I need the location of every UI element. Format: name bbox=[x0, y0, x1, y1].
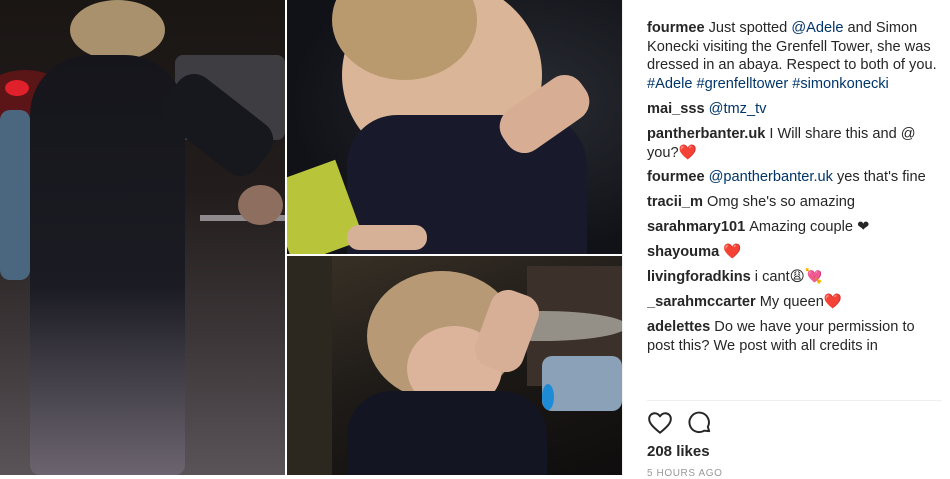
comment-username[interactable]: sarahmary101 bbox=[647, 219, 745, 235]
comment-text: Omg she's so amazing bbox=[706, 194, 855, 211]
likes-count[interactable]: 208 likes bbox=[647, 443, 710, 460]
heart-emoji: ❤️ bbox=[823, 293, 842, 310]
comment-item: sarahmary101 Amazing couple ❤ bbox=[647, 218, 943, 237]
hashtag-link[interactable]: #Adele bbox=[647, 76, 692, 92]
photo-panel-top-right bbox=[287, 0, 622, 254]
post-photo-collage[interactable] bbox=[0, 0, 622, 475]
comment-text: yes that's fine bbox=[832, 169, 926, 186]
collage-divider-vertical bbox=[285, 0, 287, 475]
comment-item: livingforadkins i cant😩💘 bbox=[647, 268, 943, 287]
comment-username[interactable]: shayouma bbox=[647, 244, 719, 260]
comment-item: adelettes Do we have your permission to p… bbox=[647, 318, 943, 355]
comment-icon[interactable] bbox=[687, 410, 713, 436]
comment-item: mai_sss @tmz_tv bbox=[647, 100, 943, 119]
mention-link[interactable]: @tmz_tv bbox=[709, 101, 767, 117]
timestamp: 5 HOURS AGO bbox=[647, 468, 723, 479]
photo-panel-left bbox=[0, 0, 285, 475]
comment-username[interactable]: mai_sss bbox=[647, 101, 705, 117]
comments-sidebar: fourmee Just spotted @Adele and Simon Kon… bbox=[622, 0, 950, 479]
comment-username[interactable]: tracii_m bbox=[647, 194, 703, 210]
comment-username[interactable]: _sarahmccarter bbox=[647, 294, 756, 310]
comment-text: Just spotted bbox=[708, 20, 792, 36]
comment-username[interactable]: fourmee bbox=[647, 169, 705, 185]
comment-item: fourmee @pantherbanter.uk yes that's fine bbox=[647, 168, 943, 187]
hashtag-link[interactable]: #simonkonecki bbox=[792, 76, 889, 92]
photo-panel-bottom-right bbox=[287, 256, 622, 475]
comment-username[interactable]: livingforadkins bbox=[647, 269, 751, 285]
comments-list[interactable]: fourmee Just spotted @Adele and Simon Kon… bbox=[647, 19, 943, 402]
heart-emoji: ❤️ bbox=[723, 244, 742, 261]
comment-text: Amazing couple ❤ bbox=[749, 219, 870, 236]
comment-item: _sarahmccarter My queen❤️ bbox=[647, 293, 943, 312]
heart-icon[interactable] bbox=[647, 410, 673, 436]
comment-item: fourmee Just spotted @Adele and Simon Kon… bbox=[647, 19, 943, 94]
comment-text: i cant😩💘 bbox=[754, 269, 824, 286]
action-bar bbox=[647, 410, 713, 436]
comment-item: pantherbanter.uk I Will share this and @ … bbox=[647, 125, 943, 162]
comment-username[interactable]: fourmee bbox=[647, 20, 705, 36]
actions-divider bbox=[647, 400, 942, 401]
comment-text: My queen bbox=[759, 293, 824, 310]
comment-username[interactable]: pantherbanter.uk bbox=[647, 126, 765, 142]
mention-link[interactable]: @pantherbanter.uk bbox=[709, 169, 833, 185]
comment-item: tracii_m Omg she's so amazing bbox=[647, 193, 943, 212]
comment-username[interactable]: adelettes bbox=[647, 319, 710, 335]
collage-divider-horizontal bbox=[287, 254, 622, 256]
comment-item: shayouma ❤️ bbox=[647, 243, 943, 262]
mention-link[interactable]: @Adele bbox=[791, 20, 843, 36]
hashtag-link[interactable]: #grenfelltower bbox=[697, 76, 789, 92]
heart-emoji: ❤️ bbox=[678, 144, 697, 161]
